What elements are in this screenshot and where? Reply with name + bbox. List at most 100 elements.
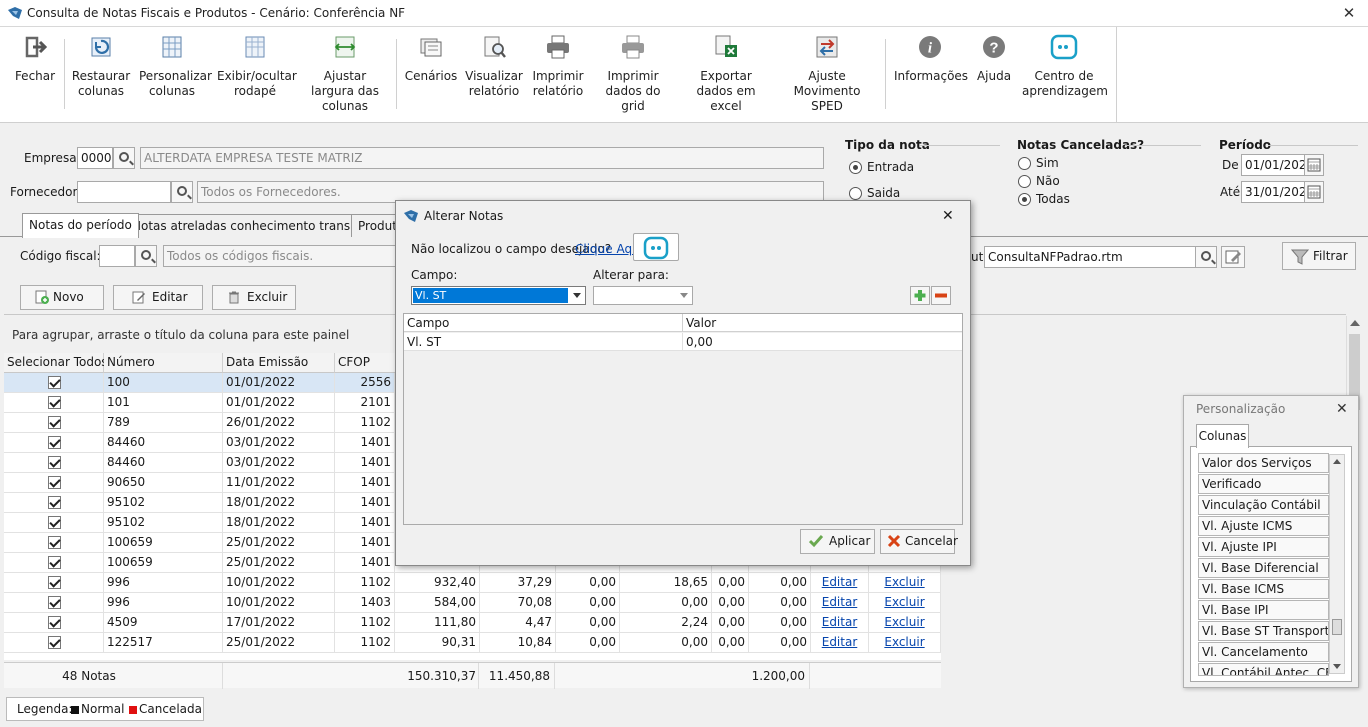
cell-e[interactable]: Editar [811, 613, 869, 633]
header-selecionar-todos[interactable]: Selecionar Todos [4, 353, 108, 373]
tab-notas-periodo[interactable]: Notas do período [22, 213, 139, 238]
column-item[interactable]: Vl. Ajuste ICMS [1198, 516, 1329, 536]
layout-search-button[interactable] [1195, 246, 1217, 268]
personalizacao-close-icon[interactable]: ✕ [1336, 401, 1348, 417]
excluir-button[interactable]: Excluir [212, 285, 296, 310]
add-field-button[interactable] [910, 286, 930, 305]
fechar-button[interactable]: Fechar [10, 33, 60, 84]
codigo-fiscal-input[interactable] [99, 245, 135, 267]
visualizar-relatorio-button[interactable]: Visualizar relatório [464, 33, 524, 99]
nao-radio[interactable] [1018, 175, 1031, 188]
ajuste-sped-button[interactable]: Ajuste Movimento SPED [778, 33, 876, 114]
column-item[interactable]: Vl. Cancelamento [1198, 642, 1329, 662]
table-row[interactable]: 996 10/01/2022 1102 932,40 37,29 0,00 18,65 0,0… [4, 573, 941, 593]
data-ate-input[interactable]: 31/01/2022 [1241, 181, 1305, 203]
layout-input[interactable]: ConsultaNFPadrao.rtm [984, 246, 1196, 268]
cell-x[interactable]: Excluir [869, 613, 941, 633]
filtrar-button[interactable]: Filtrar [1282, 242, 1356, 270]
alterar-para-select[interactable] [593, 286, 693, 305]
header-data-emissao[interactable]: Data Emissão [223, 353, 335, 373]
cell-x[interactable]: Excluir [869, 573, 941, 593]
personalizar-colunas-button[interactable]: Personalizar colunas [139, 33, 212, 99]
data-de-input[interactable]: 01/01/2022 [1241, 154, 1305, 176]
empresa-search-button[interactable] [113, 147, 135, 169]
row-select-checkbox[interactable] [48, 596, 61, 609]
campo-select[interactable]: Vl. ST [411, 286, 586, 305]
calendar-ate-button[interactable] [1304, 181, 1324, 203]
row-select-checkbox[interactable] [48, 496, 61, 509]
cenarios-button[interactable]: Cenários [404, 33, 458, 84]
row-valor[interactable]: 0,00 [686, 335, 713, 349]
exibir-ocultar-rodape-button[interactable]: Exibir/ocultar rodapé [217, 33, 297, 99]
aplicar-button[interactable]: Aplicar [800, 529, 875, 554]
row-select-checkbox[interactable] [48, 636, 61, 649]
cell-select [4, 493, 104, 513]
column-item[interactable]: Vl. Base ICMS [1198, 579, 1329, 599]
personalizacao-scrollbar[interactable] [1329, 454, 1345, 674]
column-item[interactable]: Vl. Base Diferencial [1198, 558, 1329, 578]
ajuda-button[interactable]: ? Ajuda [974, 33, 1014, 84]
imprimir-relatorio-button[interactable]: Imprimir relatório [530, 33, 586, 99]
row-select-checkbox[interactable] [48, 436, 61, 449]
exit-icon [25, 36, 48, 58]
column-item[interactable]: Vl. Base IPI [1198, 600, 1329, 620]
empresa-code-input[interactable]: 00006 [77, 147, 113, 169]
column-item[interactable]: Vl. Base ST Transporte [1198, 621, 1329, 641]
table-row[interactable]: 122517 25/01/2022 1102 90,31 10,84 0,00 0,00 0,… [4, 633, 941, 653]
scroll-thumb[interactable] [1332, 619, 1342, 635]
dialog-close-icon[interactable]: ✕ [942, 208, 954, 224]
remove-field-button[interactable] [931, 286, 951, 305]
row-select-checkbox[interactable] [48, 516, 61, 529]
cancelar-button[interactable]: Cancelar [880, 529, 958, 554]
editar-button[interactable]: Editar [113, 285, 203, 310]
excel-icon [715, 35, 737, 57]
dialog-learning-button[interactable] [633, 233, 679, 261]
table-row[interactable]: 996 10/01/2022 1403 584,00 70,08 0,00 0,00 0,00… [4, 593, 941, 613]
cell-e[interactable]: Editar [811, 593, 869, 613]
calendar-de-button[interactable] [1304, 154, 1324, 176]
fornecedor-search-button[interactable] [171, 181, 193, 203]
row-select-checkbox[interactable] [48, 396, 61, 409]
row-select-checkbox[interactable] [48, 416, 61, 429]
tab-colunas[interactable]: Colunas [1196, 424, 1249, 448]
informacoes-button[interactable]: i Informações [894, 33, 968, 84]
cell-x[interactable]: Excluir [869, 633, 941, 653]
header-numero[interactable]: Número [104, 353, 223, 373]
column-item[interactable]: Valor dos Serviços [1198, 453, 1329, 473]
cell-v6: 0,00 [749, 613, 811, 633]
restaurar-colunas-button[interactable]: Restaurar colunas [70, 33, 132, 99]
table-row[interactable]: 4509 17/01/2022 1102 111,80 4,47 0,00 2,24 0,00… [4, 613, 941, 633]
row-select-checkbox[interactable] [48, 556, 61, 569]
exportar-excel-button[interactable]: Exportar dados em excel [684, 33, 768, 114]
alteracoes-row[interactable]: Vl. ST 0,00 [404, 333, 962, 351]
row-select-checkbox[interactable] [48, 616, 61, 629]
column-item[interactable]: Vinculação Contábil [1198, 495, 1329, 515]
sim-radio[interactable] [1018, 157, 1031, 170]
cell-e[interactable]: Editar [811, 633, 869, 653]
column-item[interactable]: Vl. Contábil Antec. CE [1198, 663, 1329, 676]
cell-e[interactable]: Editar [811, 573, 869, 593]
footer-icon [245, 36, 265, 58]
column-item[interactable]: Vl. Ajuste IPI [1198, 537, 1329, 557]
imprimir-relatorio-label: Imprimir relatório [532, 69, 584, 98]
imprimir-grid-button[interactable]: Imprimir dados do grid [594, 33, 672, 114]
centro-aprendizagem-button[interactable]: Centro de aprendizagem [1022, 33, 1108, 99]
row-select-checkbox[interactable] [48, 576, 61, 589]
window-close-button[interactable]: ✕ [1338, 3, 1360, 23]
ajustar-largura-button[interactable]: Ajustar largura das colunas [304, 33, 386, 114]
row-select-checkbox[interactable] [48, 456, 61, 469]
todas-radio[interactable] [1018, 193, 1031, 206]
row-select-checkbox[interactable] [48, 476, 61, 489]
codigo-fiscal-search-button[interactable] [135, 245, 157, 267]
cell-x[interactable]: Excluir [869, 593, 941, 613]
fornecedor-code-input[interactable] [77, 181, 171, 203]
novo-button[interactable]: Novo [20, 285, 104, 310]
row-select-checkbox[interactable] [48, 376, 61, 389]
row-select-checkbox[interactable] [48, 536, 61, 549]
saida-radio[interactable] [849, 187, 862, 200]
layout-edit-button[interactable] [1221, 246, 1245, 268]
column-item[interactable]: Verificado [1198, 474, 1329, 494]
tab-notas-atreladas[interactable]: Notas atreladas conhecimento transporte [125, 214, 390, 237]
filter-icon [1291, 249, 1309, 265]
entrada-radio[interactable] [849, 161, 862, 174]
